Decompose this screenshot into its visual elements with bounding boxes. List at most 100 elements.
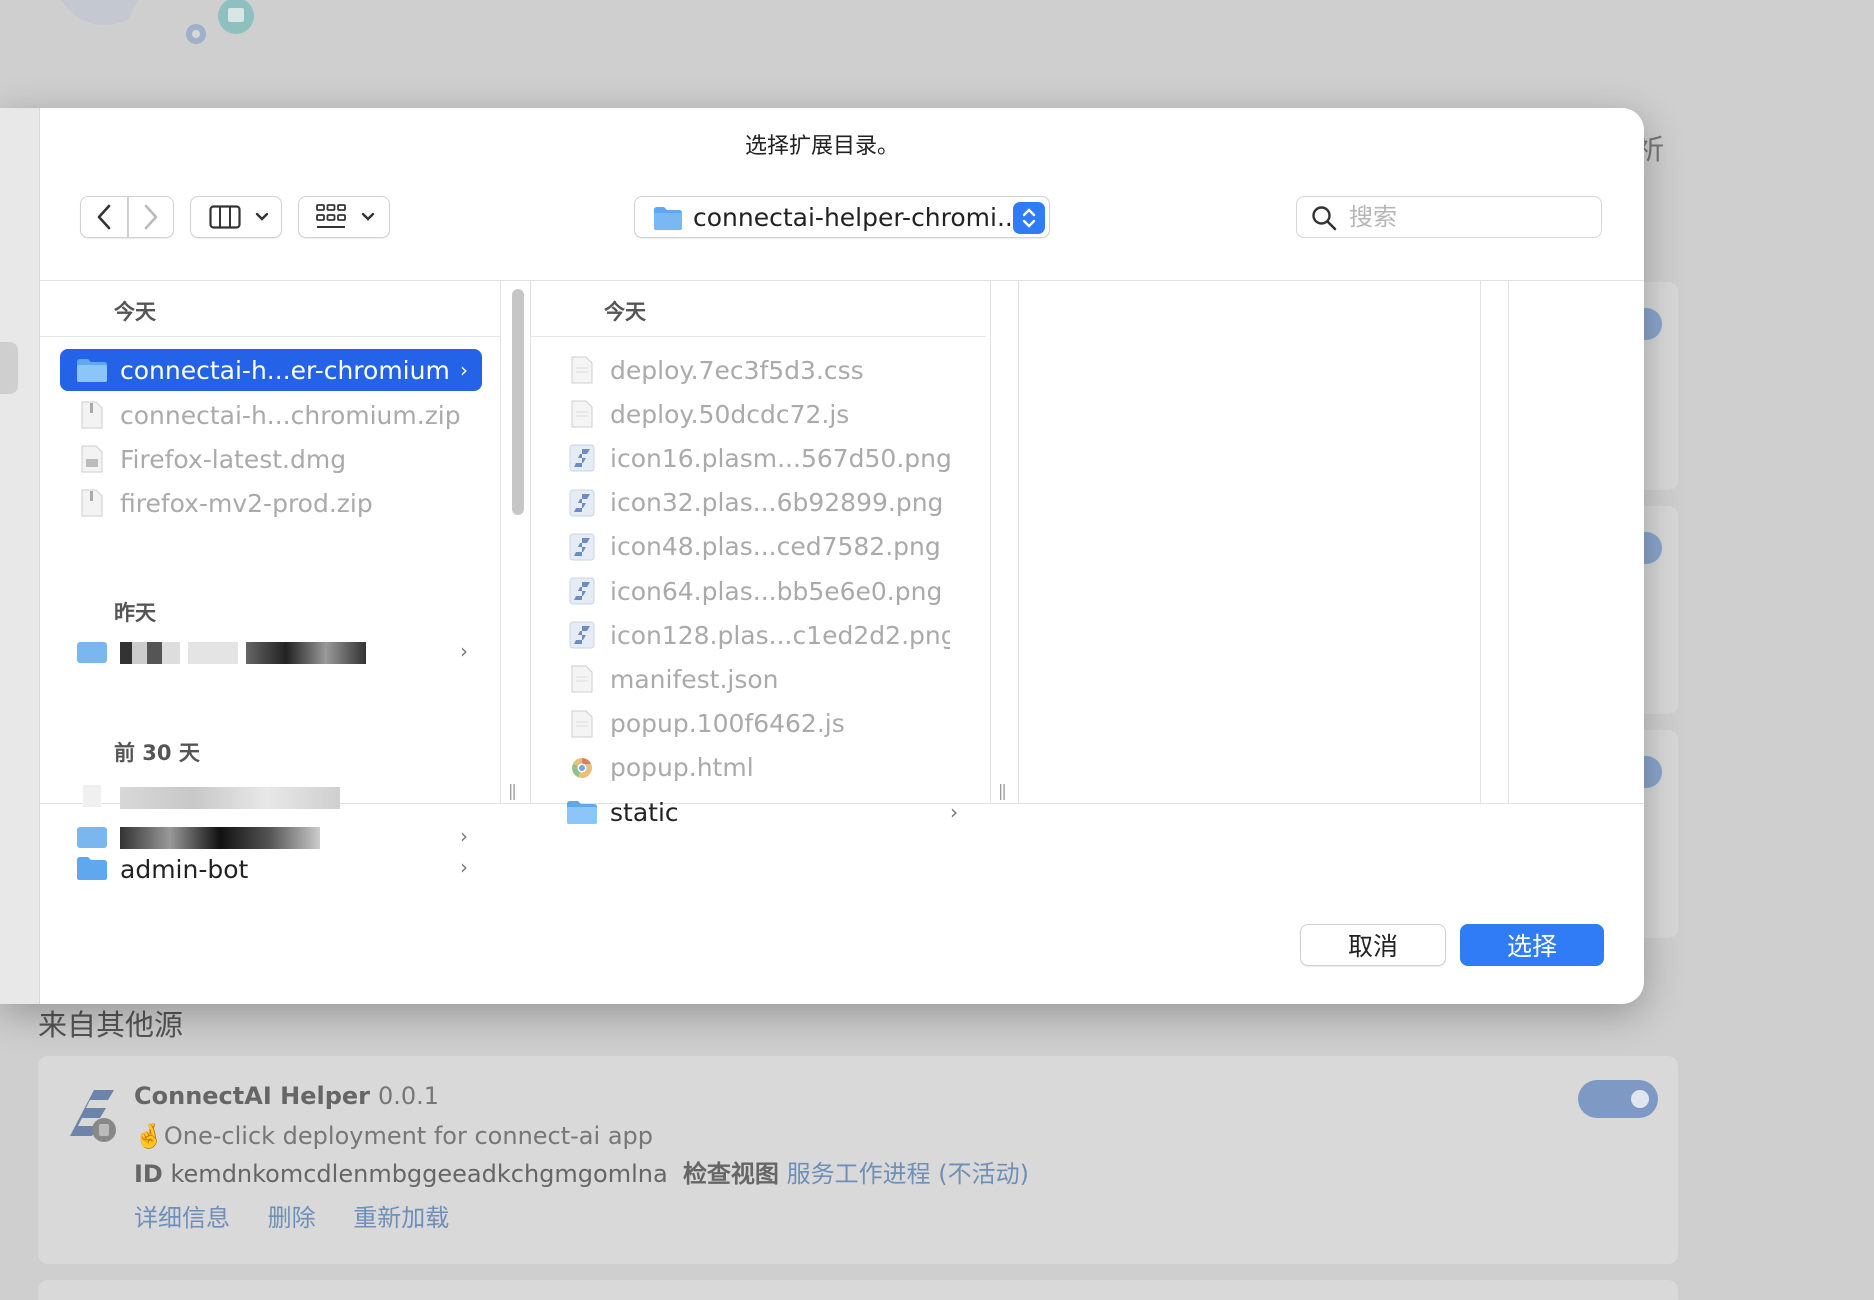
service-worker-link[interactable]: 服务工作进程 (不活动) bbox=[787, 1160, 1029, 1188]
file-icon-wrap bbox=[562, 400, 602, 428]
column-folder-contents: 今天 deploy.7ec3f5d3.css deploy.50dcdc72.js… bbox=[530, 281, 986, 827]
column-divider bbox=[990, 281, 991, 803]
group-by-button[interactable] bbox=[298, 196, 390, 238]
redacted-item-name bbox=[120, 782, 460, 811]
list-item[interactable]: connectai-h...chromium.zip bbox=[60, 394, 482, 436]
list-item[interactable]: icon128.plas...c1ed2d2.png bbox=[550, 614, 972, 656]
item-name: connectai-h...er-chromium bbox=[120, 355, 450, 385]
folder-icon bbox=[77, 857, 107, 880]
open-folder-dialog: 选择扩展目录。 connectai-helper-chromi... 搜索 今天… bbox=[0, 108, 1644, 1004]
item-name: popup.html bbox=[610, 753, 754, 783]
column-divider bbox=[500, 281, 501, 803]
column-browser: 今天 connectai-h...er-chromium › connectai… bbox=[40, 280, 1644, 884]
list-item[interactable]: icon64.plas...bb5e6e0.png bbox=[550, 570, 972, 612]
file-icon-wrap bbox=[562, 489, 602, 517]
group-label-today: 今天 bbox=[604, 300, 646, 324]
cancel-button[interactable]: 取消 bbox=[1300, 924, 1446, 966]
list-item[interactable]: deploy.50dcdc72.js bbox=[550, 393, 972, 435]
list-item[interactable]: icon16.plasm...567d50.png bbox=[550, 437, 972, 479]
image-file-icon bbox=[569, 489, 595, 517]
folder-icon bbox=[654, 207, 682, 230]
list-item[interactable]: static › bbox=[550, 791, 972, 833]
image-file-icon bbox=[569, 533, 595, 561]
extension-name-text: ConnectAI Helper bbox=[134, 1082, 370, 1110]
details-link[interactable]: 详细信息 bbox=[134, 1204, 230, 1232]
extension-actions: 详细信息 删除 重新加载 bbox=[134, 1198, 479, 1233]
remove-link[interactable]: 删除 bbox=[268, 1204, 316, 1232]
extension-enable-toggle[interactable] bbox=[1578, 1080, 1658, 1118]
section-title-other-sources: 来自其他源 bbox=[38, 1008, 184, 1042]
reload-link[interactable]: 重新加载 bbox=[353, 1204, 449, 1232]
file-icon-wrap bbox=[562, 799, 602, 825]
forward-button[interactable] bbox=[128, 196, 174, 238]
image-file-icon bbox=[569, 621, 595, 649]
item-name: admin-bot bbox=[120, 855, 249, 884]
document-icon bbox=[571, 710, 593, 738]
list-item[interactable]: icon48.plas...ced7582.png bbox=[550, 526, 972, 568]
search-field[interactable] bbox=[1296, 196, 1602, 238]
file-icon-wrap bbox=[562, 757, 602, 779]
column-divider bbox=[1480, 281, 1481, 803]
file-icon-wrap bbox=[562, 710, 602, 738]
search-input[interactable] bbox=[1349, 201, 1589, 233]
up-down-chevron-icon bbox=[1022, 208, 1036, 228]
list-item[interactable]: deploy.7ec3f5d3.css bbox=[550, 349, 972, 391]
item-name: popup.100f6462.js bbox=[610, 709, 845, 739]
item-name: manifest.json bbox=[610, 664, 779, 694]
list-item[interactable]: admin-bot › bbox=[60, 855, 482, 885]
folder-icon bbox=[77, 827, 107, 848]
list-item[interactable] bbox=[60, 775, 482, 817]
chevron-right-icon: › bbox=[460, 358, 468, 382]
column-downloads: 今天 connectai-h...er-chromium › connectai… bbox=[40, 281, 500, 884]
item-name: Firefox-latest.dmg bbox=[120, 444, 347, 474]
image-file-icon bbox=[569, 577, 595, 605]
file-icon-wrap bbox=[562, 665, 602, 693]
item-name: deploy.50dcdc72.js bbox=[610, 399, 850, 429]
list-item[interactable]: manifest.json bbox=[550, 658, 972, 700]
chrome-html-icon bbox=[572, 757, 592, 778]
view-mode-button[interactable] bbox=[190, 196, 282, 238]
item-name: firefox-mv2-prod.zip bbox=[120, 488, 373, 518]
chevron-right-icon: › bbox=[460, 639, 468, 663]
chevron-down-icon bbox=[255, 212, 269, 221]
inspect-views-label: 检查视图 bbox=[682, 1160, 779, 1188]
chevron-down-icon bbox=[361, 212, 375, 221]
column-resize-handle[interactable]: || bbox=[998, 781, 1007, 800]
list-item[interactable]: popup.html bbox=[550, 747, 972, 789]
extension-description: 🤞One-click deployment for connect-ai app bbox=[134, 1122, 653, 1150]
list-item[interactable]: popup.100f6462.js bbox=[550, 703, 972, 745]
group-label-yesterday: 昨天 bbox=[114, 601, 156, 625]
file-icon-wrap bbox=[562, 621, 602, 649]
chevron-right-icon: › bbox=[460, 855, 468, 879]
list-item[interactable]: icon32.plas...6b92899.png bbox=[550, 482, 972, 524]
list-item[interactable]: firefox-mv2-prod.zip bbox=[60, 482, 482, 524]
columns-view-icon bbox=[209, 205, 241, 229]
list-item[interactable]: › bbox=[60, 815, 482, 857]
file-icon-wrap bbox=[562, 533, 602, 561]
list-item[interactable]: Firefox-latest.dmg bbox=[60, 438, 482, 480]
zip-icon-wrap bbox=[72, 489, 112, 517]
folder-icon-wrap bbox=[72, 855, 112, 881]
item-name: icon32.plas...6b92899.png bbox=[610, 488, 944, 518]
list-item[interactable]: connectai-h...er-chromium › bbox=[60, 349, 482, 391]
choose-button[interactable]: 选择 bbox=[1460, 924, 1604, 966]
item-name: icon64.plas...bb5e6e0.png bbox=[610, 576, 943, 606]
chevron-right-icon: › bbox=[460, 824, 468, 848]
group-label-previous-30-days: 前 30 天 bbox=[114, 741, 200, 765]
extension-id-value: kemdnkomcdlenmbggeeadkchgmgomlna bbox=[170, 1160, 668, 1188]
extension-id-line: ID kemdnkomcdlenmbggeeadkchgmgomlna 检查视图… bbox=[134, 1154, 1029, 1189]
file-icon-wrap bbox=[72, 783, 112, 809]
column-resize-handle[interactable]: || bbox=[508, 781, 517, 800]
list-item[interactable]: › bbox=[60, 630, 482, 672]
folder-icon bbox=[567, 801, 597, 824]
item-name: icon48.plas...ced7582.png bbox=[610, 532, 941, 562]
location-popup[interactable]: connectai-helper-chromi... bbox=[634, 196, 1050, 238]
back-button[interactable] bbox=[80, 196, 128, 238]
sidebar-selection bbox=[0, 342, 18, 394]
location-label: connectai-helper-chromi... bbox=[693, 203, 1021, 232]
chevron-right-icon bbox=[144, 204, 158, 230]
scrollbar-thumb[interactable] bbox=[512, 289, 524, 515]
column-header: 今天 bbox=[40, 281, 500, 337]
redacted-item-name bbox=[120, 822, 460, 851]
column-divider bbox=[1508, 281, 1509, 803]
